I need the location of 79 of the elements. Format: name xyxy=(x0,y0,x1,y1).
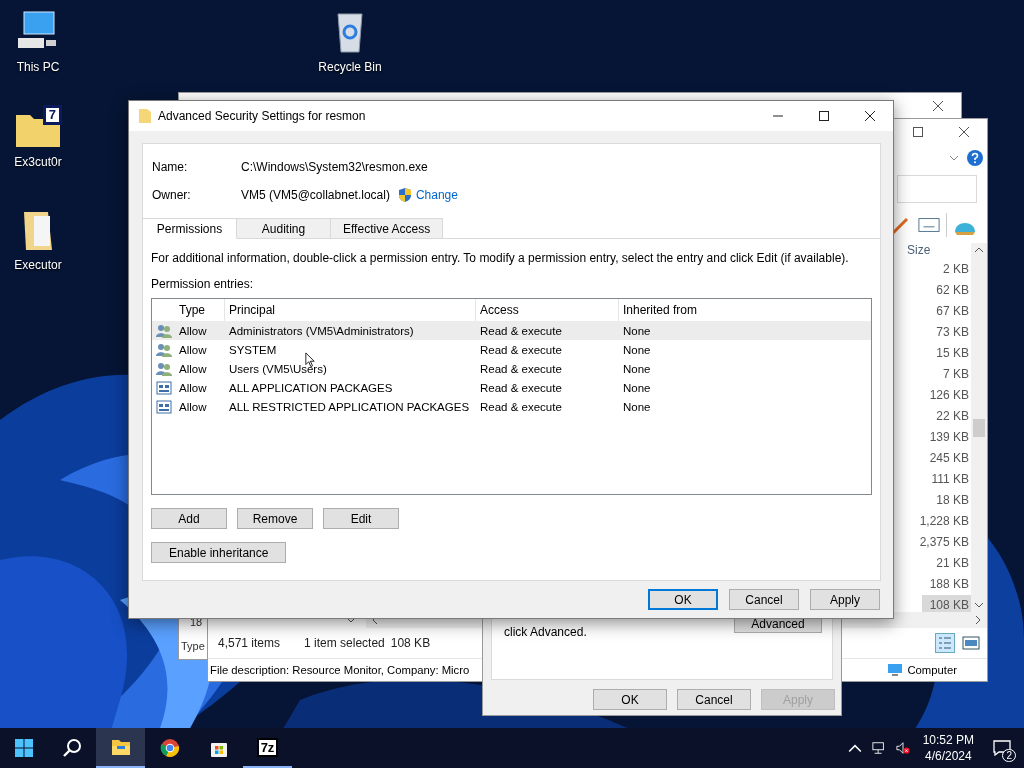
enable-inheritance-button[interactable]: Enable inheritance xyxy=(151,542,287,563)
table-cell: Read & execute xyxy=(480,381,562,394)
file-size[interactable]: 111 KB xyxy=(923,469,971,490)
table-cell: Allow xyxy=(179,381,207,394)
table-cell: ALL RESTRICTED APPLICATION PACKAGES xyxy=(229,400,470,413)
table-cell: Users (VM5\Users) xyxy=(229,362,327,375)
section-label: Permission entries: xyxy=(151,277,254,291)
dialog-button[interactable]: Apply xyxy=(810,589,880,610)
table-cell: Administrators (VM5\Administrators) xyxy=(229,324,414,337)
tab[interactable]: Auditing xyxy=(237,218,331,239)
dialog-button[interactable]: Cancel xyxy=(729,589,799,610)
table-cell: ALL APPLICATION PACKAGES xyxy=(229,381,393,394)
file-size[interactable]: 67 KB xyxy=(928,301,971,322)
table-cell: None xyxy=(623,324,651,337)
file-size[interactable]: 188 KB xyxy=(921,574,971,595)
info-text: For additional information, double-click a permission entry. To modify a permission entry, select the entry and click Edit (if available). xyxy=(151,251,849,265)
file-size[interactable]: 245 KB xyxy=(921,448,971,469)
dialog-button[interactable]: OK xyxy=(648,589,718,610)
file-size[interactable]: 22 KB xyxy=(928,406,971,427)
tab[interactable]: Effective Access xyxy=(331,218,444,239)
file-size[interactable]: 1,228 KB xyxy=(911,511,971,532)
file-size[interactable]: 108 KB xyxy=(921,595,971,612)
file-size[interactable]: 126 KB xyxy=(921,385,971,406)
table-cell: SYSTEM xyxy=(229,343,277,356)
table-cell: Allow xyxy=(179,343,207,356)
file-size[interactable]: 7 KB xyxy=(935,364,971,385)
table-cell: Allow xyxy=(179,400,207,413)
table-cell: None xyxy=(623,381,651,394)
permission-row[interactable]: Allow Administrators (VM5\Administrators) Read & execute None xyxy=(152,321,871,340)
table-cell: None xyxy=(623,343,651,356)
clock-date[interactable]: 4/6/2024 xyxy=(924,748,972,764)
instruction-text: click Advanced. xyxy=(504,625,587,639)
file-size[interactable]: 2 KB xyxy=(935,259,971,280)
permission-row[interactable]: Allow SYSTEM Read & execute None xyxy=(152,340,871,359)
permission-row[interactable]: Allow Users (VM5\Users) Read & execute None xyxy=(152,359,871,378)
desktop-icon-label[interactable]: Ex3cut0r xyxy=(14,155,62,169)
column-header[interactable]: Size xyxy=(907,243,971,259)
item-count: 4,571 items xyxy=(218,636,281,650)
selection-size: 108 KB xyxy=(390,636,431,650)
entry-button[interactable]: Add xyxy=(151,508,227,529)
field-label: Owner: xyxy=(152,188,192,202)
table-cell: None xyxy=(623,362,651,375)
table-cell: None xyxy=(623,400,651,413)
desktop-icon-label[interactable]: Executor xyxy=(14,258,62,272)
table-cell: Allow xyxy=(179,362,207,375)
file-size[interactable]: 15 KB xyxy=(928,343,971,364)
column-header[interactable]: Inherited from xyxy=(619,299,819,321)
file-description: File description: Resource Monitor, Company: Micro xyxy=(210,664,470,676)
file-path: C:\Windows\System32\resmon.exe xyxy=(241,160,428,174)
permission-row[interactable]: Allow ALL RESTRICTED APPLICATION PACKAGES Read & execute None xyxy=(152,397,871,416)
file-size[interactable]: 21 KB xyxy=(928,553,971,574)
dialog-button[interactable]: Cancel xyxy=(677,689,751,710)
file-size[interactable]: 73 KB xyxy=(928,322,971,343)
window-title: Advanced Security Settings for resmon xyxy=(158,109,366,123)
file-size[interactable]: 139 KB xyxy=(921,427,971,448)
selection-count: 1 item selected xyxy=(304,636,385,650)
tab[interactable]: Permissions xyxy=(143,218,237,239)
file-size[interactable]: 2,375 KB xyxy=(911,532,971,553)
dialog-button[interactable]: OK xyxy=(593,689,667,710)
clock-time[interactable]: 10:52 PM xyxy=(922,732,974,748)
notifications-button[interactable]: 2 xyxy=(988,734,1016,762)
table-cell: Read & execute xyxy=(480,343,562,356)
owner-value: VM5 (VM5@collabnet.local) xyxy=(241,188,390,202)
table-cell: Allow xyxy=(179,324,207,337)
entry-button[interactable]: Remove xyxy=(237,508,313,529)
desktop-icon-label[interactable]: This PC xyxy=(16,60,60,74)
column-header: Type xyxy=(181,640,205,652)
change-link[interactable]: Change xyxy=(415,188,458,202)
field-label: Name: xyxy=(152,160,189,174)
taskbar-app[interactable]: 7z xyxy=(243,728,292,768)
table-cell: Read & execute xyxy=(480,324,562,337)
entry-button[interactable]: Edit xyxy=(323,508,399,529)
file-size[interactable]: 62 KB xyxy=(928,280,971,301)
table-cell: Read & execute xyxy=(480,400,562,413)
permission-row[interactable]: Allow ALL APPLICATION PACKAGES Read & execute None xyxy=(152,378,871,397)
file-size[interactable]: 18 KB xyxy=(928,490,971,511)
zone-label: Computer xyxy=(907,664,957,676)
desktop-icon-label[interactable]: Recycle Bin xyxy=(318,60,382,74)
table-cell: Read & execute xyxy=(480,362,562,375)
